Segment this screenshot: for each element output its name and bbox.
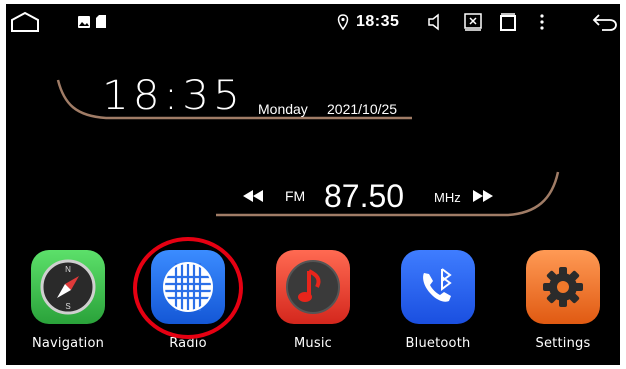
music-note-icon[interactable] bbox=[276, 250, 350, 324]
app-radio[interactable]: Radio bbox=[133, 250, 243, 360]
app-bluetooth[interactable]: Bluetooth bbox=[383, 250, 493, 360]
seek-back-button[interactable] bbox=[242, 188, 264, 204]
recents-icon[interactable] bbox=[498, 13, 518, 31]
location-icon bbox=[337, 14, 349, 30]
app-label: Bluetooth bbox=[405, 336, 471, 351]
volume-icon[interactable] bbox=[427, 13, 443, 31]
svg-text:S: S bbox=[65, 302, 70, 311]
clock-date: 2021/10/25 bbox=[327, 101, 398, 117]
clock-time[interactable]: 18:35 bbox=[102, 76, 244, 116]
gear-icon[interactable] bbox=[526, 250, 600, 324]
unit-label: MHz bbox=[434, 190, 461, 205]
home-icon[interactable] bbox=[10, 10, 40, 34]
frequency-value[interactable]: 87.50 bbox=[324, 180, 404, 212]
radio-grille-icon[interactable] bbox=[151, 250, 225, 324]
status-time: 18:35 bbox=[356, 13, 400, 30]
head-unit-screen: 18:35 18:35 Monday 2021/10/25 FM 87.50 M… bbox=[6, 4, 620, 365]
svg-text:N: N bbox=[65, 265, 71, 274]
back-icon[interactable] bbox=[592, 13, 618, 31]
app-label: Music bbox=[294, 336, 332, 351]
seek-forward-button[interactable] bbox=[472, 188, 494, 204]
app-label: Settings bbox=[535, 336, 591, 351]
close-app-icon[interactable] bbox=[463, 13, 483, 31]
bluetooth-phone-icon[interactable] bbox=[401, 250, 475, 324]
app-settings[interactable]: Settings bbox=[508, 250, 618, 360]
app-label: Navigation bbox=[31, 336, 105, 351]
app-label: Radio bbox=[169, 336, 207, 351]
menu-icon[interactable] bbox=[538, 13, 546, 31]
band-label: FM bbox=[285, 188, 306, 204]
app-music[interactable]: Music bbox=[258, 250, 368, 360]
sd-card-icon bbox=[96, 15, 106, 28]
compass-icon[interactable]: N S bbox=[31, 250, 105, 324]
clock-day: Monday bbox=[258, 101, 308, 117]
app-navigation[interactable]: N S Navigation bbox=[13, 250, 123, 360]
gallery-icon bbox=[78, 16, 90, 28]
status-bar: 18:35 bbox=[6, 4, 620, 40]
